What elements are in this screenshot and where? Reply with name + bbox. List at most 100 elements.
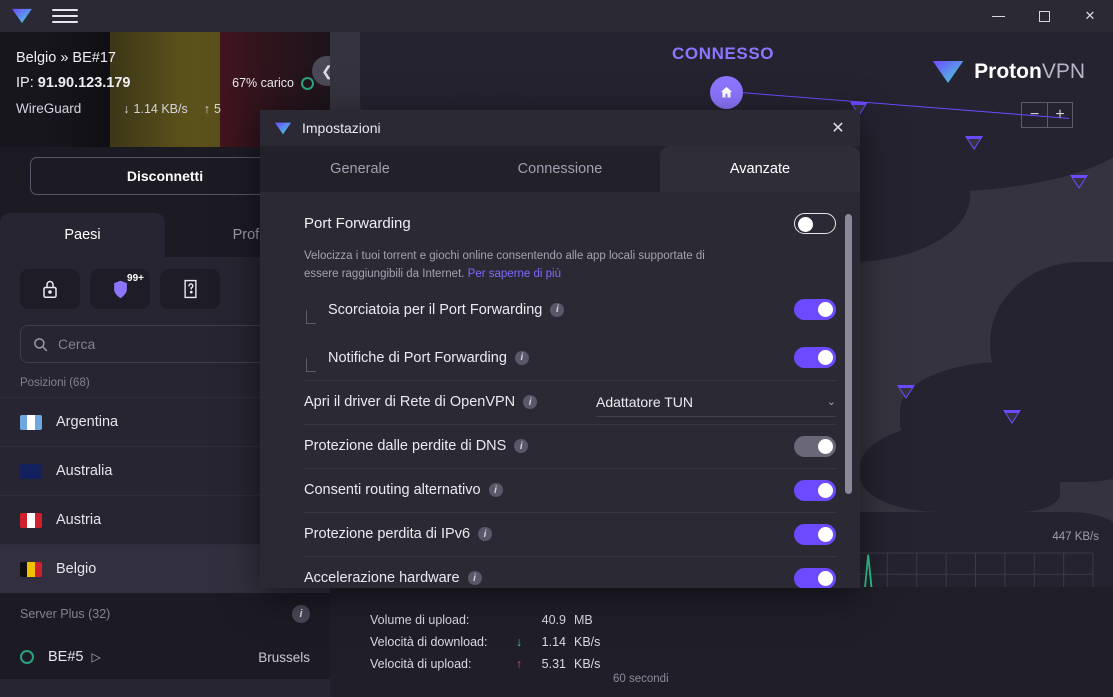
info-icon[interactable]: i xyxy=(292,605,310,623)
netshield-icon[interactable]: 99+ xyxy=(90,269,150,309)
stats-value: 1.14 xyxy=(541,635,566,649)
server-group-header: Server Plus (32) i xyxy=(0,593,330,635)
setting-row: Protezione dalle perdite di DNS i xyxy=(304,423,836,468)
openvpn-driver-select[interactable]: Adattatore TUN ⌄ xyxy=(596,387,836,418)
setting-toggle[interactable] xyxy=(794,435,836,457)
tree-elbow-icon xyxy=(306,357,316,372)
connected-location: Belgio » BE#17 xyxy=(16,50,116,66)
tab-avanzate[interactable]: Avanzate xyxy=(660,146,860,192)
minimize-icon[interactable] xyxy=(975,0,1021,32)
setting-row: Consenti routing alternativo i xyxy=(304,467,836,512)
server-marker-icon[interactable] xyxy=(1070,175,1088,189)
stats-arrow-icon: ↑ xyxy=(515,657,523,671)
status-ring-icon xyxy=(20,650,34,664)
setting-label-wrap: Scorciatoia per il Port Forwarding i xyxy=(304,302,565,324)
maximize-icon[interactable] xyxy=(1021,0,1067,32)
setting-toggle[interactable] xyxy=(794,347,836,369)
scrollbar-thumb[interactable] xyxy=(845,214,852,494)
stats-label: Volume di upload: xyxy=(370,613,470,627)
tab-connessione[interactable]: Connessione xyxy=(460,146,660,192)
window-titlebar: ✕ xyxy=(0,0,1113,32)
flag-icon xyxy=(20,414,42,430)
setting-label: Notifiche di Port Forwarding xyxy=(328,349,507,366)
info-icon[interactable]: i xyxy=(488,483,503,498)
download-arrow-icon: ↓ xyxy=(123,101,130,116)
learn-more-link[interactable]: Per saperne di più xyxy=(468,268,561,280)
port-forwarding-description: Velocizza i tuoi torrent e giochi online… xyxy=(304,248,734,284)
setting-label: Protezione perdita di IPv6 xyxy=(304,526,471,543)
dialog-title: Impostazioni xyxy=(302,120,381,136)
setting-label: Protezione dalle perdite di DNS xyxy=(304,438,507,455)
dialog-titlebar: Impostazioni ✕ xyxy=(260,110,860,146)
zoom-out-button[interactable]: − xyxy=(1021,102,1047,128)
stats-unit: KB/s xyxy=(574,635,601,649)
info-icon[interactable]: i xyxy=(550,302,565,317)
stats-unit: MB xyxy=(574,613,593,627)
port-forwarding-toggle[interactable] xyxy=(794,212,836,234)
chevron-down-icon: ⌄ xyxy=(826,396,836,409)
play-icon[interactable]: ▷ xyxy=(91,650,100,664)
setting-row: Apri il driver di Rete di OpenVPN i Adatta… xyxy=(304,379,836,424)
country-name: Austria xyxy=(56,512,102,528)
dialog-body: Port Forwarding Velocizza i tuoi torrent… xyxy=(260,192,860,588)
protonvpn-logo-icon xyxy=(932,60,964,84)
close-icon[interactable]: ✕ xyxy=(816,110,860,146)
flag-icon xyxy=(20,561,42,577)
setting-toggle[interactable] xyxy=(794,523,836,545)
settings-dialog: Impostazioni ✕ Generale Connessione Avanza… xyxy=(260,110,860,588)
server-marker-icon[interactable] xyxy=(897,385,915,399)
load-ring-icon xyxy=(301,76,314,90)
port-forwarding-row: Port Forwarding xyxy=(304,208,836,238)
hamburger-menu-icon[interactable] xyxy=(52,6,78,26)
select-value: Adattatore TUN xyxy=(596,393,694,410)
setting-toggle[interactable] xyxy=(794,479,836,501)
dialog-tabs[interactable]: Generale Connessione Avanzate xyxy=(260,146,860,192)
server-marker-icon[interactable] xyxy=(1003,410,1021,424)
setting-toggle[interactable] xyxy=(794,299,836,321)
setting-label-wrap: Notifiche di Port Forwarding i xyxy=(304,349,529,372)
info-icon[interactable]: i xyxy=(523,395,538,410)
tab-generale[interactable]: Generale xyxy=(260,146,460,192)
settings-scroll-area[interactable]: Port Forwarding Velocizza i tuoi torrent… xyxy=(260,192,860,588)
port-forwarding-title: Port Forwarding xyxy=(304,214,411,232)
upload-speed: 5 xyxy=(213,101,221,116)
sidebar-tab-paesi[interactable]: Paesi xyxy=(0,213,165,257)
note-icon[interactable] xyxy=(160,269,220,309)
info-icon[interactable]: i xyxy=(467,571,482,586)
flag-icon xyxy=(20,463,42,479)
server-group-label: Server Plus (32) xyxy=(20,607,111,621)
stats-table: Volume di upload: 40.9 MB Velocità di downl… xyxy=(370,609,614,675)
stats-value: 5.31 xyxy=(541,657,566,671)
setting-label: Apri il driver di Rete di OpenVPN xyxy=(304,394,516,411)
setting-label-wrap: Protezione perdita di IPv6 i xyxy=(304,526,493,543)
server-row[interactable]: BE#5 ▷ Brussels xyxy=(0,635,330,679)
search-icon xyxy=(34,337,48,351)
scrollbar-track[interactable] xyxy=(845,204,852,580)
flag-icon xyxy=(20,512,42,528)
info-icon[interactable]: i xyxy=(514,350,529,365)
protonvpn-logo-icon xyxy=(274,122,292,134)
setting-row: Accelerazione hardware i xyxy=(304,555,836,588)
tree-elbow-icon xyxy=(306,309,316,324)
stats-row: Velocità di upload: ↑ 5.31 KB/s xyxy=(370,653,614,675)
connection-status-label: CONNESSO xyxy=(672,44,775,63)
home-pin-icon[interactable] xyxy=(710,76,743,109)
server-city: Brussels xyxy=(258,649,310,665)
info-icon[interactable]: i xyxy=(514,439,529,454)
map-zoom-controls[interactable]: − + xyxy=(1021,102,1073,128)
setting-label-wrap: Apri il driver di Rete di OpenVPN i xyxy=(304,394,538,411)
secure-core-icon[interactable] xyxy=(20,269,80,309)
setting-label-wrap: Accelerazione hardware i xyxy=(304,570,482,586)
protonvpn-brand: ProtonVPN xyxy=(931,58,1085,86)
stats-unit: KB/s xyxy=(574,657,601,671)
info-icon[interactable]: i xyxy=(478,527,493,542)
server-marker-icon[interactable] xyxy=(965,136,983,150)
stats-label: Velocità di download: xyxy=(370,635,488,649)
setting-row: Notifiche di Port Forwarding i xyxy=(304,336,836,380)
country-name: Argentina xyxy=(56,414,119,430)
zoom-in-button[interactable]: + xyxy=(1047,102,1073,128)
setting-toggle[interactable] xyxy=(794,567,836,588)
country-name: Belgio xyxy=(56,561,97,577)
close-icon[interactable]: ✕ xyxy=(1067,0,1113,32)
chart-time-label: 60 secondi xyxy=(613,673,669,685)
